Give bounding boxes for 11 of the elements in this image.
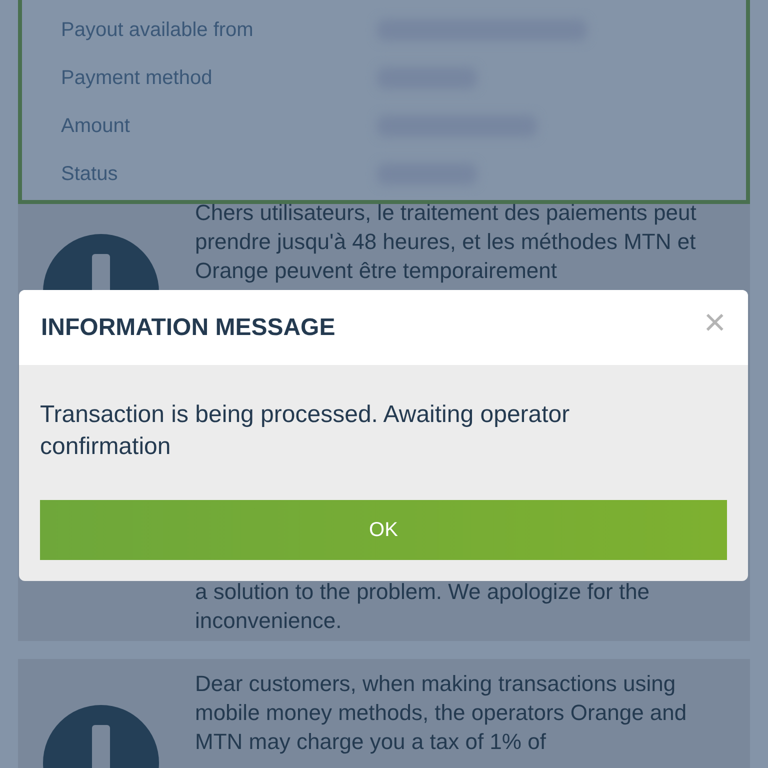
notice-text: Chers utilisateurs, le traitement des paiements peut prendre jusqu'à 48 heures, et les méthodes MTN et Orange peuvent être temporairement [195,199,698,285]
ok-button[interactable]: OK [40,500,727,560]
dialog-title: INFORMATION MESSAGE [41,314,336,342]
notice-text: a solution to the problem. We apologize for the inconvenience. [195,578,651,635]
dialog-message: Transaction is being processed. Awaiting operator confirmation [40,400,571,462]
detail-label: Amount [60,114,131,138]
detail-label: Payout available from [60,18,254,42]
close-button[interactable]: × [704,304,726,342]
detail-label: Payment method [60,66,214,90]
detail-label: Status [60,162,119,186]
notice-text: Dear customers, when making transactions using mobile money methods, the operators Orange and MTN may charge you a tax of 1% of [195,670,688,756]
